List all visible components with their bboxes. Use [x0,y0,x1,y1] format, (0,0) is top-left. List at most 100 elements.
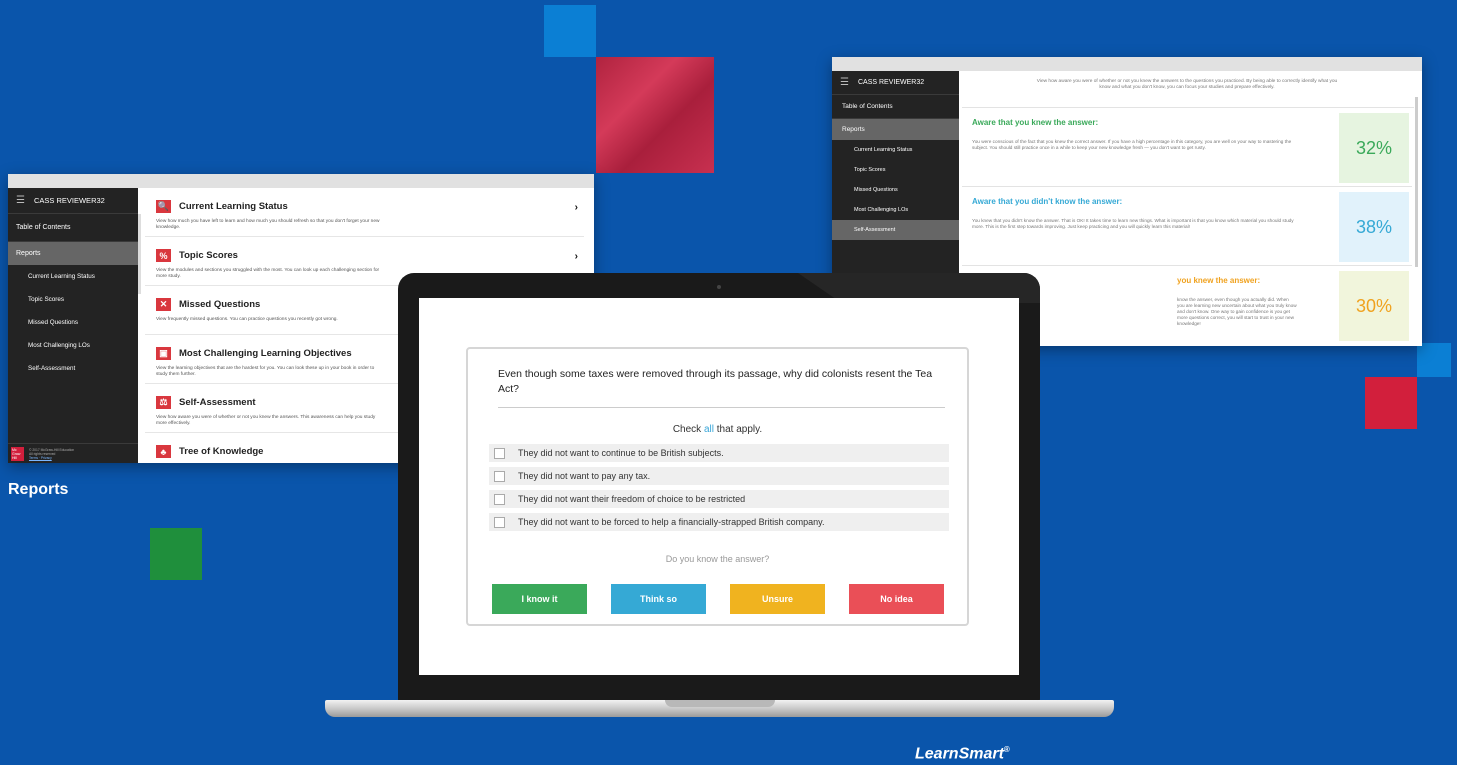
question-text: Even though some taxes were removed thro… [498,368,933,395]
row-title: Aware that you knew the answer: [972,118,1099,127]
percent-value: 32% [1339,113,1409,183]
row-title: you knew the answer: [1177,276,1261,285]
report-description: View how aware you were of whether or no… [156,415,376,426]
percent-value: 30% [1339,271,1409,341]
i-know-it-button[interactable]: I know it [492,584,587,614]
percent-icon: % [156,249,171,262]
option-label: They did not want to be forced to help a… [518,517,825,527]
chevron-right-icon[interactable]: › [575,202,578,213]
question-card: Even though some taxes were removed thro… [466,347,969,626]
sidebar-item-missed-questions[interactable]: Missed Questions [8,311,138,334]
row-description: know the answer, even though you actuall… [1177,297,1297,326]
answer-options: They did not want to continue to be Brit… [489,444,949,536]
row-description: You were conscious of the fact that you … [972,139,1292,150]
laptop-frame: Even though some taxes were removed thro… [398,273,1040,705]
sidebar-item-table-of-contents[interactable]: Table of Contents [832,95,959,119]
hamburger-menu-icon[interactable]: ☰ [16,195,25,206]
report-title: Tree of Knowledge [179,446,264,457]
divider [498,407,945,408]
option-label: They did not want to continue to be Brit… [518,448,724,458]
browser-topbar [832,57,1422,71]
book-icon: ▣ [156,347,171,360]
instruction-pre: Check [672,424,704,435]
registered-mark: ® [1003,745,1010,754]
scrollbar[interactable] [1415,97,1418,267]
sidebar-item-self-assessment[interactable]: Self-Assessment [832,220,959,240]
sidebar-item-topic-scores[interactable]: Topic Scores [832,160,959,180]
learnsmart-text: LearnSmart [915,745,1004,763]
decorative-blue-square [544,5,596,57]
option-label: They did not want their freedom of choic… [518,494,746,504]
tree-icon: ♣ [156,445,171,458]
intro-text: View how aware you were of whether or no… [1036,79,1338,90]
laptop-notch [665,700,775,707]
report-title: Current Learning Status [179,201,288,212]
checkbox[interactable] [494,447,505,459]
decorative-red-polygon-square [596,57,714,173]
sidebar-item-table-of-contents[interactable]: Table of Contents [8,214,138,242]
sidebar-item-topic-scores[interactable]: Topic Scores [8,288,138,311]
row-title: Aware that you didn't know the answer: [972,197,1123,206]
report-item-current-learning-status[interactable]: 🔍 Current Learning Status View how much … [145,188,584,237]
option-label: They did not want to pay any tax. [518,471,651,481]
report-title: Missed Questions [179,299,261,310]
decorative-blue-square-small [1417,343,1451,377]
sidebar-item-reports[interactable]: Reports [8,242,138,265]
sidebar-item-most-challenging-los[interactable]: Most Challenging LOs [8,334,138,357]
sidebar-item-missed-questions[interactable]: Missed Questions [832,180,959,200]
search-icon: 🔍 [156,200,171,213]
no-idea-button[interactable]: No idea [849,584,944,614]
reports-caption: Reports [8,481,69,498]
instruction-post: that apply. [713,424,763,435]
checkbox[interactable] [494,470,505,482]
chevron-right-icon[interactable]: › [575,251,578,262]
report-title: Most Challenging Learning Objectives [179,348,352,359]
row-description: You knew that you didn't know the answer… [972,218,1294,229]
mcgraw-hill-logo: Mc Graw Hill [11,446,24,461]
sidebar-footer: Mc Graw Hill © 2017 McGraw-Hill Educatio… [8,443,138,463]
sidebar-item-current-learning-status[interactable]: Current Learning Status [8,265,138,288]
answer-option[interactable]: They did not want to continue to be Brit… [489,444,949,462]
checkbox[interactable] [494,516,505,528]
answer-option[interactable]: They did not want their freedom of choic… [489,490,949,508]
checkbox[interactable] [494,493,505,505]
report-description: View how much you have left to learn and… [156,219,380,230]
report-description: View the modules and sections you strugg… [156,268,380,279]
hamburger-menu-icon[interactable]: ☰ [840,77,849,88]
aware-didnt-know-row: Aware that you didn't know the answer: Y… [962,187,1412,266]
sidebar-item-self-assessment[interactable]: Self-Assessment [8,357,138,380]
sidebar-item-most-challenging-los[interactable]: Most Challenging LOs [832,200,959,220]
decorative-green-square [150,528,202,580]
report-title: Self-Assessment [179,397,256,408]
webcam [717,285,721,289]
confidence-buttons: I know it Think so Unsure No idea [492,584,944,614]
answer-option[interactable]: They did not want to pay any tax. [489,467,949,485]
sidebar: ☰ CASS REVIEWER32 Table of Contents Repo… [8,188,138,463]
app-title: CASS REVIEWER32 [33,196,105,205]
unsure-button[interactable]: Unsure [730,584,825,614]
footer-links[interactable]: Terms · Privacy [29,456,74,460]
instruction-highlight: all [703,424,714,435]
confidence-prompt: Do you know the answer? [665,554,770,564]
percent-value: 38% [1339,192,1409,262]
scale-icon: ⚖ [156,396,171,409]
sidebar-header: ☰ CASS REVIEWER32 [8,188,138,214]
think-so-button[interactable]: Think so [611,584,706,614]
copyright: © 2017 McGraw-Hill Education [29,447,75,452]
report-title: Topic Scores [179,250,238,261]
sidebar-item-current-learning-status[interactable]: Current Learning Status [832,140,959,160]
laptop-screen: Even though some taxes were removed thro… [419,298,1019,675]
decorative-red-square [1365,377,1417,429]
footer-text: © 2017 McGraw-Hill Education All rights … [29,448,74,460]
learnsmart-logo: LearnSmart® [915,745,1010,763]
scrollbar[interactable] [138,214,141,294]
report-description: View frequently missed questions. You ca… [156,317,338,322]
x-icon: ✕ [156,298,171,311]
sidebar-item-reports[interactable]: Reports [832,119,959,140]
answer-option[interactable]: They did not want to be forced to help a… [489,513,949,531]
browser-topbar [8,174,594,188]
sidebar-header: ☰ CASS REVIEWER32 [832,71,959,95]
report-description: View the learning objectives that are th… [156,366,375,377]
aware-knew-row: Aware that you knew the answer: You were… [962,108,1412,187]
instruction: Check all that apply. [468,424,967,435]
